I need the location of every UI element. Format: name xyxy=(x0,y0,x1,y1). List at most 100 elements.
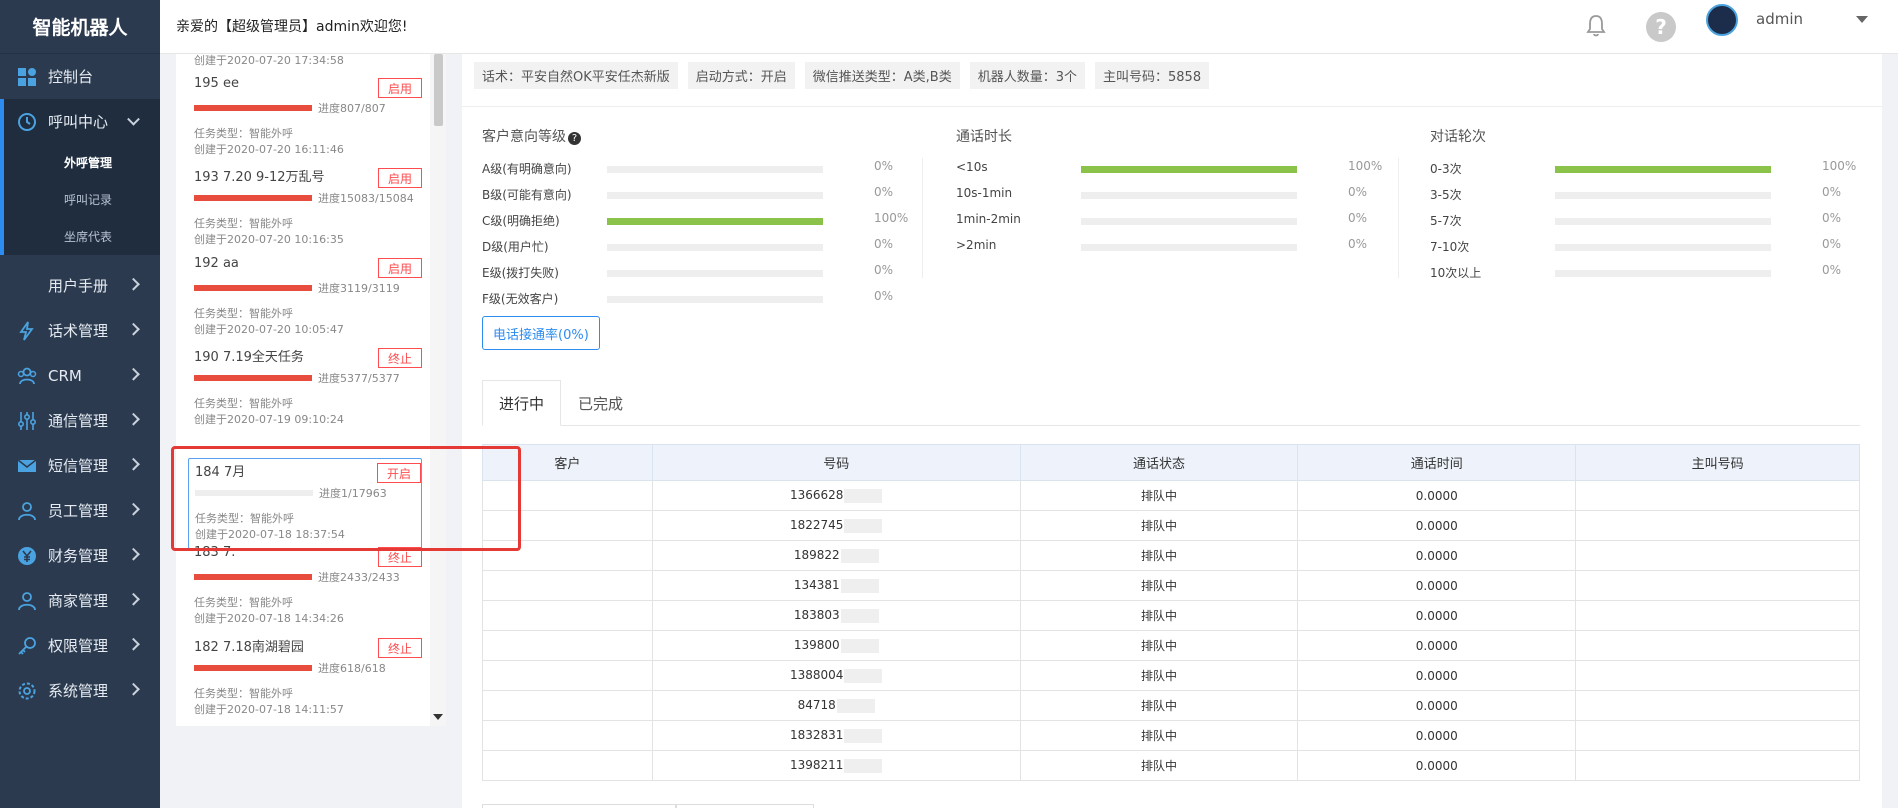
stat-label: >2min xyxy=(956,238,997,252)
sidebar-item-staff[interactable]: 员工管理 xyxy=(0,488,160,533)
sidebar-item-crm[interactable]: CRM xyxy=(0,353,160,398)
sidebar-item-manual[interactable]: 用户手册 xyxy=(0,263,160,308)
cell-status: 排队中 xyxy=(1019,570,1299,601)
user-name[interactable]: admin xyxy=(1756,10,1803,28)
task-card[interactable]: 190 7.19全天任务 终止 进度5377/5377 任务类型：智能外呼 创建于202… xyxy=(188,344,422,435)
stat-row: 1min-2min 0% xyxy=(956,208,1396,234)
tab-completed[interactable]: 已完成 xyxy=(562,380,639,426)
table-row[interactable]: 84718 排队中 0.0000 xyxy=(482,690,1860,721)
sidebar-item-merchant[interactable]: 商家管理 xyxy=(0,578,160,623)
task-type: 任务类型：智能外呼 xyxy=(194,397,293,410)
cell-status: 排队中 xyxy=(1019,600,1299,631)
cell-customer xyxy=(482,750,653,781)
sidebar-sub-outbound[interactable]: 外呼管理 xyxy=(4,144,160,181)
avatar[interactable] xyxy=(1706,4,1738,36)
cell-caller xyxy=(1575,480,1860,511)
table-row[interactable]: 134381 排队中 0.0000 xyxy=(482,570,1860,601)
stat-label: 10次以上 xyxy=(1430,266,1482,280)
sidebar-sub-agents[interactable]: 坐席代表 xyxy=(4,218,160,255)
stat-percent: 100% xyxy=(1348,159,1383,173)
stat-row: 0-3次 100% xyxy=(1430,156,1870,182)
cell-number: 1822745 xyxy=(651,510,1021,541)
table-row[interactable]: 189822 排队中 0.0000 xyxy=(482,540,1860,571)
task-card[interactable]: 193 7.20 9-12万乱号 启用 进度15083/15084 任务类型：智能外呼… xyxy=(188,164,422,255)
cell-time: 0.0000 xyxy=(1297,690,1577,721)
app-logo: 智能机器人 xyxy=(0,0,160,54)
sidebar-item-finance[interactable]: 财务管理 xyxy=(0,533,160,578)
cell-customer xyxy=(482,570,653,601)
task-progress-text: 进度5377/5377 xyxy=(318,372,400,385)
task-created: 创建于2020-07-20 10:16:35 xyxy=(194,233,344,246)
col-time: 通话时间 xyxy=(1297,444,1577,481)
cell-customer xyxy=(482,510,653,541)
table-row[interactable]: 183803 排队中 0.0000 xyxy=(482,600,1860,631)
help-icon[interactable]: ? xyxy=(568,132,581,145)
task-action-button[interactable]: 终止 xyxy=(378,547,422,567)
sidebar-item-sms[interactable]: 短信管理 xyxy=(0,443,160,488)
cell-caller xyxy=(1575,690,1860,721)
task-progress-text: 进度3119/3119 xyxy=(318,282,400,295)
stat-row: >2min 0% xyxy=(956,234,1396,260)
task-title: 193 7.20 9-12万乱号 xyxy=(194,170,325,185)
task-action-button[interactable]: 开启 xyxy=(377,463,421,483)
sidebar-item-dashboard[interactable]: 控制台 xyxy=(0,54,160,99)
table-row[interactable]: 1388004 排队中 0.0000 xyxy=(482,660,1860,691)
scroll-down-icon[interactable] xyxy=(433,714,443,720)
sidebar-sub-call-records[interactable]: 呼叫记录 xyxy=(4,181,160,218)
help-icon[interactable]: ? xyxy=(1646,12,1676,42)
sidebar-item-call-center[interactable]: 呼叫中心 xyxy=(4,99,160,144)
task-type: 任务类型：智能外呼 xyxy=(194,307,293,320)
task-action-button[interactable]: 启用 xyxy=(378,168,422,188)
task-card[interactable]: 192 aa 启用 进度3119/3119 任务类型：智能外呼 创建于2020-07-2… xyxy=(188,254,422,345)
task-card[interactable]: 184 7月 开启 进度1/17963 任务类型：智能外呼 创建于2020-07-18 … xyxy=(188,458,422,549)
stat-bar xyxy=(607,296,823,303)
cell-customer xyxy=(482,720,653,751)
cell-number: 1366628 xyxy=(651,480,1021,511)
stat-bar xyxy=(1555,192,1771,199)
table-row[interactable]: 1398211 排队中 0.0000 xyxy=(482,750,1860,781)
mail-icon xyxy=(14,453,40,479)
table-row[interactable]: 1366628 排队中 0.0000 xyxy=(482,480,1860,511)
task-progress-bar xyxy=(194,375,312,381)
task-list-panel: 创建于2020-07-20 17:34:58 195 ee 启用 进度807/807… xyxy=(176,54,446,726)
tab-in-progress[interactable]: 进行中 xyxy=(482,380,562,426)
sidebar-item-communication[interactable]: 通信管理 xyxy=(0,398,160,443)
task-progress-fill xyxy=(194,574,312,580)
sidebar-item-system[interactable]: 系统管理 xyxy=(0,668,160,713)
cell-time: 0.0000 xyxy=(1297,570,1577,601)
stat-bar xyxy=(607,244,823,251)
task-created: 创建于2020-07-18 18:37:54 xyxy=(195,528,345,541)
stat-bar xyxy=(607,270,823,277)
stat-rounds: 对话轮次 0-3次 100% 3-5次 0% 5-7次 0% 7-10次 0% 10次以上 0% xyxy=(1430,126,1870,286)
bell-icon[interactable] xyxy=(1582,12,1610,40)
stat-percent: 0% xyxy=(874,289,894,303)
task-title: 190 7.19全天任务 xyxy=(194,350,304,365)
scrollbar-thumb[interactable] xyxy=(434,54,443,126)
task-action-button[interactable]: 终止 xyxy=(378,348,422,368)
task-card[interactable]: 183 7. 终止 进度2433/2433 任务类型：智能外呼 创建于2020-07-1… xyxy=(188,543,422,634)
table-row[interactable]: 1822745 排队中 0.0000 xyxy=(482,510,1860,541)
chevron-down-icon[interactable] xyxy=(1856,16,1868,23)
table-row[interactable]: 1832831 排队中 0.0000 xyxy=(482,720,1860,751)
task-created: 创建于2020-07-18 14:34:26 xyxy=(194,612,344,625)
call-table: 客户 号码 通话状态 通话时间 主叫号码 1366628 排队中 0.0000 182… xyxy=(482,444,1860,781)
chevron-right-icon xyxy=(127,592,140,606)
task-card[interactable]: 195 ee 启用 进度807/807 任务类型：智能外呼 创建于2020-07-20 … xyxy=(188,74,422,165)
sidebar-item-label: 员工管理 xyxy=(48,502,109,520)
redaction-mask xyxy=(836,698,875,713)
cell-time: 0.0000 xyxy=(1297,660,1577,691)
redaction-mask xyxy=(844,518,883,533)
cell-number: 1398211 xyxy=(651,750,1021,781)
connect-rate-button[interactable]: 电话接通率(0%) xyxy=(482,316,600,350)
task-action-button[interactable]: 启用 xyxy=(378,78,422,98)
task-action-button[interactable]: 启用 xyxy=(378,258,422,278)
task-card[interactable]: 182 7.18南湖碧园 终止 进度618/618 任务类型：智能外呼 创建于2020-… xyxy=(188,634,422,725)
chevron-right-icon xyxy=(127,277,140,291)
task-action-button[interactable]: 终止 xyxy=(378,638,422,658)
table-row[interactable]: 139800 排队中 0.0000 xyxy=(482,630,1860,661)
cell-caller xyxy=(1575,600,1860,631)
sidebar-item-permissions[interactable]: 权限管理 xyxy=(0,623,160,668)
cell-customer xyxy=(482,480,653,511)
task-list-scrollbar[interactable] xyxy=(430,54,446,726)
sidebar-item-scripts[interactable]: 话术管理 xyxy=(0,308,160,353)
